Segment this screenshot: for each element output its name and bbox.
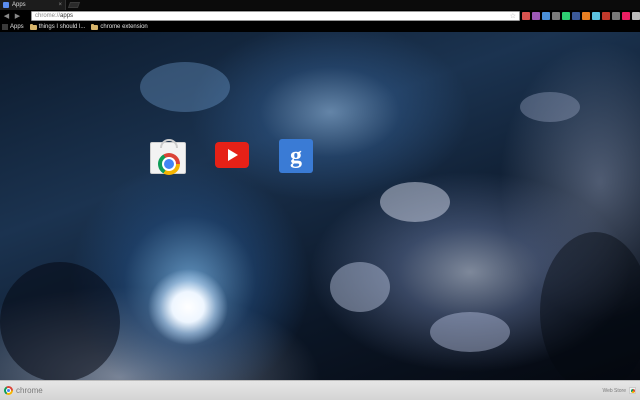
ice-highlight	[330, 262, 390, 312]
web-store-label: Web Store	[602, 387, 626, 394]
extension-icon[interactable]	[632, 12, 640, 20]
tab-apps[interactable]: Apps ×	[0, 0, 66, 10]
apps-grid-icon	[2, 24, 8, 30]
extension-icon[interactable]	[562, 12, 570, 20]
bookmark-label: chrome extension	[100, 24, 148, 30]
bag-handle	[160, 139, 178, 148]
theme-background	[0, 32, 640, 392]
web-store-link[interactable]: Web Store	[602, 387, 636, 394]
ice-highlight	[380, 182, 450, 222]
google-search-icon: g	[279, 139, 313, 173]
app-youtube[interactable]	[214, 138, 250, 174]
new-tab-button[interactable]	[67, 2, 81, 8]
google-g-glyph: g	[290, 143, 302, 169]
web-store-icon	[629, 387, 636, 394]
forward-button[interactable]: ▶	[13, 12, 22, 21]
bookmark-folder-things[interactable]: things I should l...	[29, 23, 86, 30]
bookmark-apps[interactable]: Apps	[2, 24, 24, 30]
extension-icon[interactable]	[542, 12, 550, 20]
ice-highlight	[140, 62, 230, 112]
youtube-icon	[215, 142, 249, 168]
bookmark-label: Apps	[10, 24, 24, 30]
ice-highlight	[520, 92, 580, 122]
chrome-brand: chrome	[4, 386, 43, 395]
bottom-bar: chrome Web Store	[0, 380, 640, 400]
extension-icon[interactable]	[552, 12, 560, 20]
extension-icon[interactable]	[622, 12, 630, 20]
app-web-store[interactable]	[150, 138, 186, 175]
extension-icon[interactable]	[532, 12, 540, 20]
extension-icon[interactable]	[572, 12, 580, 20]
ice-shadow	[0, 262, 120, 382]
tab-close-icon[interactable]: ×	[58, 1, 62, 9]
bookmark-label: things I should l...	[38, 24, 86, 30]
tab-strip: Apps ×	[0, 0, 640, 10]
ice-shadow	[540, 232, 640, 392]
bookmarks-bar: Apps things I should l... chrome extensi…	[0, 22, 640, 32]
ice-highlight	[430, 312, 510, 352]
folder-icon	[29, 23, 37, 30]
chrome-web-store-icon	[150, 139, 186, 175]
chrome-logo-icon	[158, 153, 180, 175]
address-bar[interactable]: chrome:// apps ☆	[31, 11, 520, 21]
back-button[interactable]: ◀	[2, 12, 11, 21]
bookmark-star-icon[interactable]: ☆	[510, 12, 516, 21]
app-launcher: g	[150, 138, 314, 175]
apps-favicon-icon	[3, 2, 9, 8]
url-scheme: chrome://	[35, 13, 61, 19]
chrome-wordmark: chrome	[16, 386, 43, 395]
tab-title: Apps	[12, 2, 26, 8]
extension-icons	[522, 11, 640, 21]
extension-icon[interactable]	[522, 12, 530, 20]
extension-icon[interactable]	[592, 12, 600, 20]
toolbar: ◀ ▶ chrome:// apps ☆	[0, 10, 640, 22]
folder-icon	[91, 23, 99, 30]
play-icon	[228, 149, 238, 161]
extension-icon[interactable]	[612, 12, 620, 20]
chrome-logo-icon	[4, 386, 13, 395]
extension-icon[interactable]	[602, 12, 610, 20]
extension-icon[interactable]	[582, 12, 590, 20]
app-google-search[interactable]: g	[278, 138, 314, 174]
url-path: apps	[60, 13, 74, 19]
bookmark-folder-chrome-extension[interactable]: chrome extension	[91, 23, 148, 30]
